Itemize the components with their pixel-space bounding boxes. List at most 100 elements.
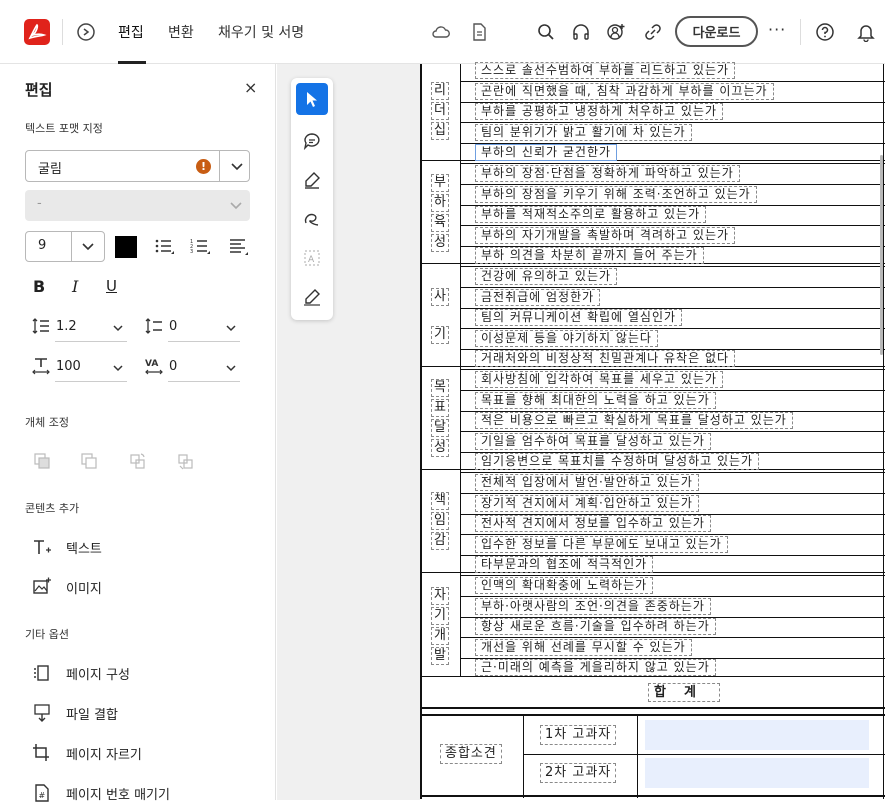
tab-edit[interactable]: 편집: [118, 22, 144, 42]
evaluation-item-text[interactable]: 임기응변으로 목표치를 수정하며 달성하고 있는가: [475, 453, 760, 471]
evaluation-item-text[interactable]: 적은 비용으로 빠르고 확실하게 목표를 달성하고 있는가: [475, 412, 793, 430]
evaluation-item-text[interactable]: 타부문과의 협조에 적극적인가: [475, 556, 654, 574]
document-page[interactable]: 리 더 십 부 하 육 성 사 기 목 표 달 성 책 임 감 자 기 개 발 …: [420, 62, 885, 800]
more-options-icon[interactable]: ···: [768, 20, 786, 39]
add-user-icon[interactable]: [606, 22, 626, 42]
help-icon[interactable]: [815, 22, 835, 42]
document-icon[interactable]: [469, 22, 489, 42]
add-text-label: 텍스트: [66, 542, 102, 557]
font-style-select[interactable]: -: [25, 190, 250, 221]
horizontal-scale-icon: [32, 358, 50, 375]
select-tool[interactable]: [296, 83, 328, 115]
evaluation-item-text[interactable]: 근·미래의 예측을 게을리하지 않고 있는가: [475, 659, 716, 677]
evaluation-item-text[interactable]: 부하의 자기개발을 촉발하며 격려하고 있는가: [475, 226, 736, 244]
reviewer1-form-field[interactable]: [645, 720, 869, 750]
evaluation-item-text[interactable]: 입수한 정보를 다른 부문에도 보내고 있는가: [475, 535, 728, 553]
font-size-select[interactable]: 9: [25, 231, 105, 262]
category-char: 책: [431, 492, 449, 510]
combine-files-button[interactable]: 파일 결합: [32, 703, 252, 725]
comment-tool[interactable]: [296, 125, 328, 157]
evaluation-item-text[interactable]: 부하를 공평하고 냉정하게 처우하고 있는가: [475, 103, 723, 121]
italic-button[interactable]: I: [72, 277, 78, 296]
bullet-list-icon[interactable]: [154, 237, 176, 257]
evaluation-item-text[interactable]: 팀의 커뮤니케이션 확립에 열심인가: [475, 309, 683, 327]
sum-label[interactable]: 합계: [648, 683, 720, 702]
document-viewport[interactable]: 리 더 십 부 하 육 성 사 기 목 표 달 성 책 임 감 자 기 개 발 …: [277, 62, 885, 800]
organize-pages-button[interactable]: 페이지 구성: [32, 663, 252, 685]
category-goal-achievement: 목 표 달 성: [423, 377, 457, 459]
link-icon[interactable]: [643, 22, 663, 42]
reviewer2-label[interactable]: 2차 고과자: [540, 763, 617, 783]
category-subordinate-development: 부 하 육 성: [423, 172, 457, 254]
character-spacing-field[interactable]: 0: [168, 354, 240, 382]
evaluation-item-text[interactable]: 부하의 신뢰가 굳건한가: [475, 144, 618, 162]
tab-fill-sign[interactable]: 채우기 및 서명: [218, 22, 304, 42]
signature-tool[interactable]: [296, 281, 328, 313]
evaluation-item-text[interactable]: 항상 새로운 흐름·기술을 입수하려 하는가: [475, 618, 716, 636]
evaluation-item-text[interactable]: 금전취급에 엄정한가: [475, 288, 601, 306]
evaluation-item-text[interactable]: 기일을 엄수하여 목표를 달성하고 있는가: [475, 432, 711, 450]
bold-button[interactable]: B: [33, 277, 45, 296]
search-icon[interactable]: [536, 22, 556, 42]
overall-opinion-label[interactable]: 종합소견: [440, 744, 502, 764]
download-button[interactable]: 다운로드: [675, 16, 758, 47]
warning-icon[interactable]: !: [196, 159, 211, 174]
category-char: 육: [431, 214, 449, 232]
evaluation-item-text[interactable]: 장기적 견지에서 계획·입안하고 있는가: [475, 494, 699, 512]
evaluation-item-text[interactable]: 팀의 분위기가 밝고 활기에 차 있는가: [475, 123, 692, 141]
underline-button[interactable]: U: [106, 277, 117, 295]
notifications-bell-icon[interactable]: [856, 22, 876, 43]
page-numbers-button[interactable]: # 페이지 번호 매기기: [32, 783, 252, 805]
evaluation-item-text[interactable]: 스스로 솔선수범하여 부하를 리드하고 있는가: [475, 62, 736, 79]
text-color-swatch[interactable]: [115, 236, 137, 258]
category-char: 자: [431, 587, 449, 605]
crop-pages-button[interactable]: 페이지 자르기: [32, 743, 252, 765]
chevron-down-icon[interactable]: [225, 322, 237, 334]
evaluation-item-text[interactable]: 전체적 입장에서 발언·발안하고 있는가: [475, 474, 699, 491]
evaluation-item-text[interactable]: 거래처와의 비정상적 친밀관계나 유착은 없다: [475, 350, 736, 368]
category-char: 임: [431, 512, 449, 530]
chevron-down-icon[interactable]: [81, 240, 95, 254]
evaluation-item-text[interactable]: 인맥의 확대확충에 노력하는가: [475, 577, 654, 594]
evaluation-item-text[interactable]: 전사적 견지에서 정보를 입수하고 있는가: [475, 515, 711, 533]
reviewer2-form-field[interactable]: [645, 758, 869, 788]
signature-pen-icon: [304, 289, 320, 306]
tab-convert[interactable]: 변환: [168, 22, 194, 42]
svg-text:3: 3: [190, 249, 193, 255]
evaluation-item-text[interactable]: 부하 의견을 차분히 끝까지 들어 주는가: [475, 247, 704, 265]
cloud-icon[interactable]: [431, 22, 451, 42]
add-image-button[interactable]: 이미지: [32, 577, 232, 599]
chevron-down-icon[interactable]: [112, 362, 124, 374]
acrobat-logo-icon[interactable]: [24, 19, 50, 45]
chevron-down-icon[interactable]: [225, 362, 237, 374]
highlight-tool[interactable]: [296, 164, 328, 196]
evaluation-item-text[interactable]: 개선을 위해 선례를 무시할 수 있는가: [475, 638, 692, 656]
horizontal-scale-field[interactable]: 100: [55, 354, 127, 382]
chevron-down-icon[interactable]: [230, 160, 244, 174]
close-icon[interactable]: ×: [244, 78, 257, 97]
group-objects-icon: [34, 453, 50, 469]
align-left-icon[interactable]: [228, 237, 250, 257]
tools-icon[interactable]: [76, 22, 96, 42]
evaluation-item-text[interactable]: 이성문제 등을 야기하지 않는다: [475, 329, 658, 347]
reviewer1-label[interactable]: 1차 고과자: [540, 725, 617, 745]
evaluation-item-text[interactable]: 부하를 적재적소주의로 활용하고 있는가: [475, 206, 707, 224]
evaluation-item-text[interactable]: 부하·아랫사람의 조언·의견을 존중하는가: [475, 597, 711, 615]
evaluation-item-text[interactable]: 목표를 향해 최대한의 노력을 하고 있는가: [475, 391, 716, 409]
paragraph-spacing-field[interactable]: 0: [168, 314, 240, 342]
evaluation-item-text[interactable]: 건강에 유의하고 있는가: [475, 268, 618, 285]
evaluation-item-text[interactable]: 부하의 장점·단점을 정확하게 파악하고 있는가: [475, 165, 740, 182]
organize-pages-icon: [34, 665, 49, 681]
numbered-list-icon[interactable]: 123: [190, 237, 212, 257]
table-border: [523, 754, 885, 755]
evaluation-item-text[interactable]: 부하의 장점을 키우기 위해 조력·조언하고 있는가: [475, 185, 757, 203]
line-spacing-field[interactable]: 1.2: [55, 314, 127, 342]
chevron-down-icon[interactable]: [112, 322, 124, 334]
draw-tool[interactable]: [296, 203, 328, 235]
vertical-scrollbar[interactable]: [880, 155, 883, 355]
evaluation-item-text[interactable]: 곤란에 직면했을 때, 침착 과감하게 부하를 이끄는가: [475, 82, 774, 100]
font-family-select[interactable]: 굴림 !: [25, 150, 250, 182]
headphones-icon[interactable]: [571, 22, 591, 42]
add-text-button[interactable]: 텍스트: [32, 537, 232, 559]
evaluation-item-text[interactable]: 회사방침에 입각하여 목표를 세우고 있는가: [475, 371, 723, 388]
